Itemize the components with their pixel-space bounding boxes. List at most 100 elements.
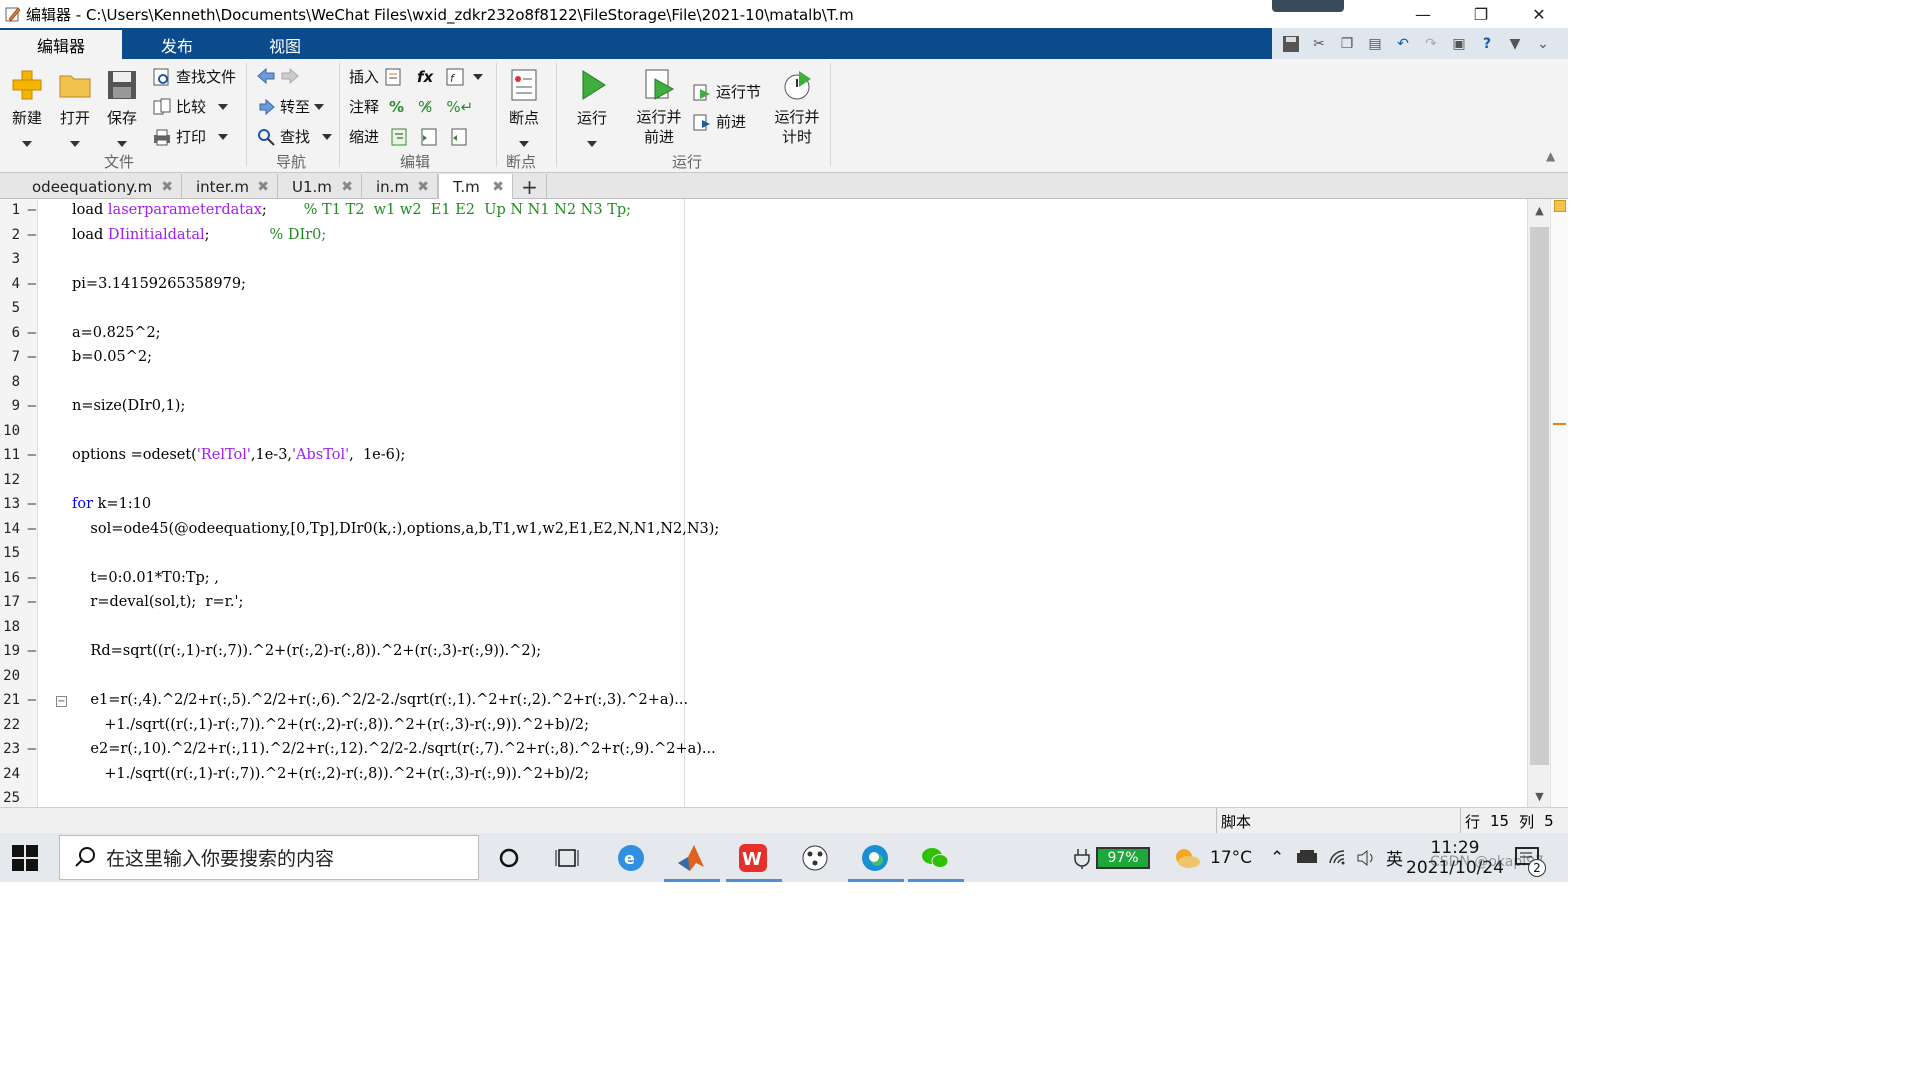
warning-indicator-icon[interactable] (1554, 200, 1566, 212)
compare-button[interactable]: 比较 (152, 96, 229, 117)
device-icon[interactable] (1296, 833, 1318, 882)
minimize-button[interactable]: — (1394, 0, 1452, 28)
code-line[interactable]: pi=3.14159265358979; (72, 273, 246, 298)
run-and-time-button[interactable]: 运行并 计时 (770, 67, 824, 147)
tab-editor[interactable]: 编辑器 (0, 30, 122, 59)
restore-button[interactable]: ❐ (1452, 0, 1510, 28)
network-app-icon[interactable] (798, 841, 832, 875)
wechat-icon[interactable] (918, 841, 952, 875)
show-hidden-icons-icon[interactable]: ⌃ (1270, 833, 1284, 882)
run-and-advance-button[interactable]: 运行并 前进 (632, 67, 686, 147)
breakpoint-dash-icon[interactable]: — (28, 643, 36, 659)
scroll-down-icon[interactable]: ▼ (1528, 785, 1551, 807)
breakpoint-dash-icon[interactable]: — (28, 398, 36, 414)
code-line[interactable]: for k=1:10 (72, 493, 151, 518)
breakpoint-dash-icon[interactable]: — (28, 521, 36, 537)
percent-comment-icon[interactable]: % (389, 98, 404, 116)
new-button[interactable]: 新建 (8, 67, 46, 152)
fold-collapse-icon[interactable]: − (56, 696, 67, 707)
back-arrow-icon[interactable] (256, 66, 276, 86)
increase-indent-icon[interactable] (419, 127, 439, 147)
notification-center[interactable]: 2 (1514, 833, 1546, 882)
run-button[interactable]: 运行 (572, 67, 612, 152)
breakpoint-dash-icon[interactable]: — (28, 325, 36, 341)
code-line[interactable]: options =odeset('RelTol',1e-3,'AbsTol', … (72, 444, 405, 469)
volume-icon[interactable] (1356, 833, 1378, 882)
code-line[interactable]: e2=r(:,10).^2/2+r(:,11).^2/2+r(:,12).^2/… (72, 738, 715, 763)
uncomment-icon[interactable]: %̸ (418, 98, 432, 116)
taskbar-search-box[interactable]: 在这里输入你要搜索的内容 (59, 835, 479, 880)
code-line[interactable]: r=deval(sol,t); r=r.'; (72, 591, 243, 616)
code-line[interactable]: sol=ode45(@odeequationy,[0,Tp],DIr0(k,:)… (72, 518, 719, 543)
code-line[interactable]: Rd=sqrt((r(:,1)-r(:,7)).^2+(r(:,2)-r(:,8… (72, 640, 541, 665)
matlab-icon[interactable] (674, 841, 708, 875)
find-button[interactable]: 查找 (256, 126, 333, 147)
paste-icon[interactable]: ▤ (1364, 33, 1386, 55)
breakpoint-dash-icon[interactable]: — (28, 594, 36, 610)
close-button[interactable]: ✕ (1510, 0, 1568, 28)
window-layout-icon[interactable]: ▣ (1448, 33, 1470, 55)
breakpoint-dash-icon[interactable]: — (28, 202, 36, 218)
cut-icon[interactable]: ✂ (1308, 33, 1330, 55)
code-line[interactable]: a=0.825^2; (72, 322, 161, 347)
ie-browser-icon[interactable]: e (614, 841, 648, 875)
options-down-icon[interactable]: ▼ (1504, 33, 1526, 55)
code-line[interactable]: n=size(DIr0,1); (72, 395, 185, 420)
cortana-icon[interactable] (492, 841, 526, 875)
expand-icon[interactable]: ⌄ (1532, 33, 1554, 55)
comment-button[interactable]: 注释 % %̸ %↵ (349, 96, 473, 117)
insert-button[interactable]: 插入 fx f (349, 66, 484, 87)
smart-indent-icon[interactable] (389, 127, 409, 147)
weather-widget[interactable]: 17°C (1172, 833, 1252, 882)
breakpoints-button[interactable]: 断点 (504, 67, 544, 152)
close-icon[interactable]: ✖ (341, 179, 353, 195)
save-button[interactable]: 保存 (103, 67, 141, 152)
wrap-comment-icon[interactable]: %↵ (446, 98, 473, 116)
breakpoint-dash-icon[interactable]: — (28, 349, 36, 365)
task-view-icon[interactable] (550, 841, 584, 875)
wifi-icon[interactable] (1328, 833, 1350, 882)
tab-view[interactable]: 视图 (232, 30, 338, 59)
open-button[interactable]: 打开 (56, 67, 94, 152)
code-line[interactable]: e1=r(:,4).^2/2+r(:,5).^2/2+r(:,6).^2/2-2… (72, 689, 688, 714)
code-editor[interactable]: 1—2—3 4—5 6—7—8 9—10 11—12 13—14—15 16—17—18 19… (0, 199, 1550, 807)
goto-button[interactable]: 转至 (256, 96, 325, 117)
breakpoint-dash-icon[interactable]: — (28, 447, 36, 463)
print-button[interactable]: 打印 (152, 126, 229, 147)
advance-button[interactable]: 前进 (692, 111, 746, 132)
fx-icon[interactable]: fx (417, 68, 433, 86)
file-tab-u1[interactable]: U1.m ✖ (278, 174, 362, 199)
scroll-up-icon[interactable]: ▲ (1528, 199, 1551, 221)
ime-indicator[interactable]: 英 (1386, 833, 1403, 882)
copy-icon[interactable]: ❐ (1336, 33, 1358, 55)
forward-arrow-icon[interactable] (280, 66, 300, 86)
code-line[interactable]: +1./sqrt((r(:,1)-r(:,7)).^2+(r(:,2)-r(:,… (72, 763, 589, 788)
indent-button[interactable]: 缩进 (349, 126, 469, 147)
close-icon[interactable]: ✖ (492, 179, 504, 195)
warning-marker[interactable] (1553, 423, 1566, 425)
file-tab-odeequationy[interactable]: odeequationy.m ✖ (18, 174, 182, 199)
windows-start-icon[interactable] (12, 845, 38, 871)
code-line[interactable]: t=0:0.01*T0:Tp; , (72, 567, 218, 592)
file-tab-in[interactable]: in.m ✖ (362, 174, 438, 199)
file-tab-inter[interactable]: inter.m ✖ (182, 174, 278, 199)
code-line[interactable]: load DIinitialdatal; % DIr0; (72, 224, 326, 249)
breakpoint-dash-icon[interactable]: — (28, 741, 36, 757)
save-icon[interactable] (1280, 33, 1302, 55)
breakpoint-dash-icon[interactable]: — (28, 227, 36, 243)
redo-icon[interactable]: ↷ (1420, 33, 1442, 55)
help-icon[interactable]: ? (1476, 33, 1498, 55)
breakpoint-dash-icon[interactable]: — (28, 692, 36, 708)
breakpoint-dash-icon[interactable]: — (28, 496, 36, 512)
close-icon[interactable]: ✖ (257, 179, 269, 195)
vertical-scrollbar[interactable]: ▲ ▼ (1527, 199, 1550, 807)
breakpoint-dash-icon[interactable]: — (28, 570, 36, 586)
code-line[interactable]: load laserparameterdatax; % T1 T2 w1 w2 … (72, 199, 631, 224)
file-tab-t[interactable]: T.m ✖ (438, 174, 513, 199)
breakpoint-dash-icon[interactable]: — (28, 276, 36, 292)
undo-icon[interactable]: ↶ (1392, 33, 1414, 55)
find-files-button[interactable]: 查找文件 (152, 66, 236, 87)
close-icon[interactable]: ✖ (161, 179, 173, 195)
edge-browser-icon[interactable] (858, 841, 892, 875)
collapse-ribbon-icon[interactable]: ▲ (1546, 149, 1555, 163)
